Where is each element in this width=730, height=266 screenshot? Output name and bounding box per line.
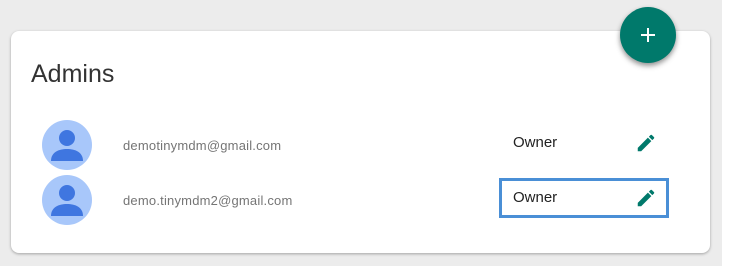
admin-email: demotinymdm@gmail.com [123,138,282,153]
plus-icon [641,28,655,42]
person-icon [42,120,92,170]
person-icon [42,175,92,225]
admin-email: demo.tinymdm2@gmail.com [123,193,293,208]
card-title: Admins [31,60,115,88]
role-selector-focused[interactable]: Owner [499,178,669,218]
role-label: Owner [513,189,558,206]
avatar [42,120,92,170]
role-selector[interactable]: Owner [499,123,669,163]
admins-card: Admins demotinymdm@gmail.com Owner demo.… [11,31,710,253]
admin-row: demo.tinymdm2@gmail.com Owner [11,174,710,228]
role-label: Owner [513,134,558,151]
pencil-icon[interactable] [635,132,657,154]
avatar [42,175,92,225]
right-edge-strip [722,0,730,266]
admin-row: demotinymdm@gmail.com Owner [11,119,710,173]
pencil-icon[interactable] [635,187,657,209]
add-admin-button[interactable] [620,7,676,63]
